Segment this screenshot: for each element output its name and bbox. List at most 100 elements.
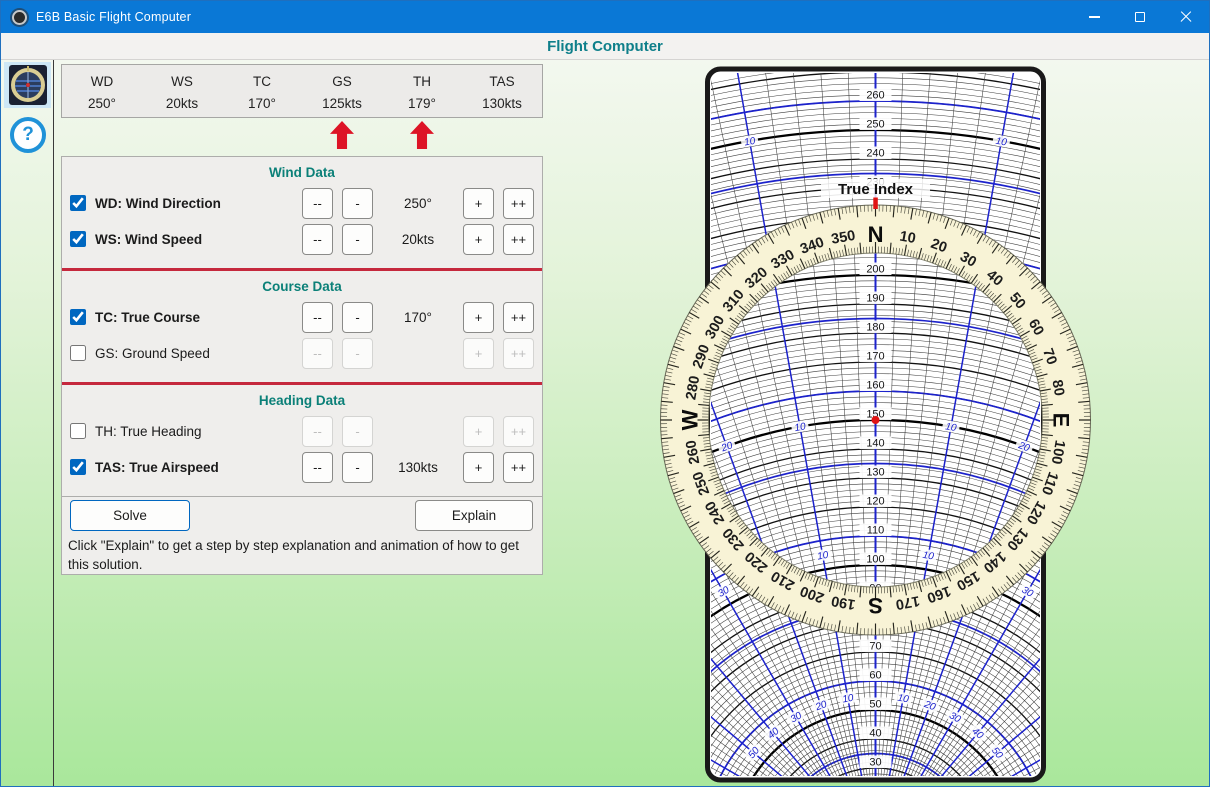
summary-value: 20kts	[165, 96, 199, 111]
increment-fast-button[interactable]: ++	[503, 301, 534, 333]
summary-col-ws: WS 20kts	[142, 65, 222, 117]
increment-button[interactable]: +	[463, 337, 494, 369]
increment-button[interactable]: +	[463, 187, 494, 219]
parameter-checkbox[interactable]	[70, 423, 86, 439]
svg-text:180: 180	[866, 322, 884, 334]
summary-value: 179°	[408, 96, 436, 111]
increment-button[interactable]: +	[463, 301, 494, 333]
increment-fast-button[interactable]: ++	[503, 223, 534, 255]
summary-label: WS	[171, 74, 193, 89]
parameter-label: WD: Wind Direction	[95, 195, 221, 211]
sidebar-item-help[interactable]: ?	[10, 117, 46, 153]
parameter-row: TC: True Course -- - 170° + ++	[70, 301, 534, 333]
parameter-checkbox[interactable]	[70, 195, 86, 211]
svg-text:250: 250	[866, 119, 884, 131]
sidebar-item-flight-computer[interactable]	[4, 62, 51, 108]
solved-arrow-gs-icon	[330, 121, 354, 149]
summary-value: 130kts	[482, 96, 522, 111]
increment-button[interactable]: +	[463, 223, 494, 255]
solved-arrow-th-icon	[410, 121, 434, 149]
decrement-button[interactable]: -	[342, 451, 373, 483]
solve-button[interactable]: Solve	[70, 500, 190, 531]
minimize-icon	[1088, 16, 1100, 18]
decrement-fast-button[interactable]: --	[302, 337, 333, 369]
summary-label: TC	[253, 74, 271, 89]
parameter-label: TC: True Course	[95, 309, 201, 325]
decrement-fast-button[interactable]: --	[302, 187, 333, 219]
increment-button[interactable]: +	[463, 415, 494, 447]
summary-col-tc: TC 170°	[222, 65, 302, 117]
svg-text:80: 80	[1048, 379, 1067, 398]
increment-fast-button[interactable]: ++	[503, 187, 534, 219]
decrement-fast-button[interactable]: --	[302, 451, 333, 483]
actions-panel: Solve Explain Click "Explain" to get a s…	[61, 496, 543, 575]
parameter-value: 250°	[404, 195, 432, 211]
true-index-label: True Index	[838, 181, 914, 198]
svg-text:W: W	[678, 409, 703, 430]
increment-button[interactable]: +	[463, 451, 494, 483]
summary-value: 125kts	[322, 96, 362, 111]
decrement-fast-button[interactable]: --	[302, 301, 333, 333]
decrement-button[interactable]: -	[342, 415, 373, 447]
section-course-data: Course Data TC: True Course -- - 170° + …	[62, 268, 542, 382]
parameter-label: TAS: True Airspeed	[95, 459, 219, 475]
svg-text:190: 190	[866, 293, 884, 305]
window-controls	[1071, 1, 1209, 33]
decrement-fast-button[interactable]: --	[302, 415, 333, 447]
close-button[interactable]	[1163, 1, 1209, 33]
svg-text:N: N	[868, 222, 884, 247]
summary-col-th: TH 179°	[382, 65, 462, 117]
summary-value: 250°	[88, 96, 116, 111]
parameter-label: TH: True Heading	[95, 423, 202, 439]
summary-col-gs: GS 125kts	[302, 65, 382, 117]
true-index-tick	[873, 197, 878, 209]
e6b-wind-face[interactable]: 3040506070809010011012013014015016017018…	[591, 60, 1210, 787]
parameter-checkbox[interactable]	[70, 231, 86, 247]
parameter-checkbox[interactable]	[70, 345, 86, 361]
page-header: Flight Computer	[1, 33, 1209, 60]
decrement-button[interactable]: -	[342, 187, 373, 219]
decrement-fast-button[interactable]: --	[302, 223, 333, 255]
svg-text:100: 100	[866, 554, 884, 566]
solution-summary-strip: WD 250° WS 20kts TC 170° GS 125kts TH 179° TA…	[61, 64, 543, 118]
parameter-checkbox[interactable]	[70, 309, 86, 325]
svg-text:70: 70	[869, 641, 881, 653]
increment-fast-button[interactable]: ++	[503, 337, 534, 369]
explain-note: Click "Explain" to get a step by step ex…	[68, 538, 519, 572]
maximize-button[interactable]	[1117, 1, 1163, 33]
summary-label: WD	[90, 74, 114, 89]
parameter-checkbox[interactable]	[70, 459, 86, 475]
summary-label: GS	[332, 74, 352, 89]
parameter-row: TH: True Heading -- - + ++	[70, 415, 534, 447]
window-title: E6B Basic Flight Computer	[36, 10, 192, 24]
svg-text:260: 260	[866, 90, 884, 102]
app-icon	[12, 9, 27, 25]
increment-fast-button[interactable]: ++	[503, 451, 534, 483]
summary-label: TH	[413, 74, 431, 89]
summary-value: 170°	[248, 96, 276, 111]
parameter-label: GS: Ground Speed	[95, 345, 210, 361]
svg-text:130: 130	[866, 467, 884, 479]
increment-fast-button[interactable]: ++	[503, 415, 534, 447]
decrement-button[interactable]: -	[342, 301, 373, 333]
help-icon: ?	[22, 124, 34, 145]
page-title: Flight Computer	[547, 37, 663, 55]
parameter-row: WD: Wind Direction -- - 250° + ++	[70, 187, 534, 219]
svg-text:60: 60	[869, 670, 881, 682]
svg-text:240: 240	[866, 148, 884, 160]
section-heading-data: Heading Data TH: True Heading -- - + ++ …	[62, 382, 542, 496]
decrement-button[interactable]: -	[342, 337, 373, 369]
parameter-value: 130kts	[398, 459, 438, 475]
svg-text:200: 200	[866, 264, 884, 276]
grommet[interactable]	[871, 416, 880, 424]
section-title: Course Data	[262, 279, 342, 294]
parameter-value: 170°	[404, 309, 432, 325]
parameter-value: 20kts	[401, 231, 435, 247]
svg-text:120: 120	[866, 496, 884, 508]
explain-button[interactable]: Explain	[415, 500, 533, 531]
svg-text:50: 50	[869, 699, 881, 711]
minimize-button[interactable]	[1071, 1, 1117, 33]
decrement-button[interactable]: -	[342, 223, 373, 255]
parameter-row: TAS: True Airspeed -- - 130kts + ++	[70, 451, 534, 483]
section-wind-data: Wind Data WD: Wind Direction -- - 250° +…	[62, 157, 542, 268]
